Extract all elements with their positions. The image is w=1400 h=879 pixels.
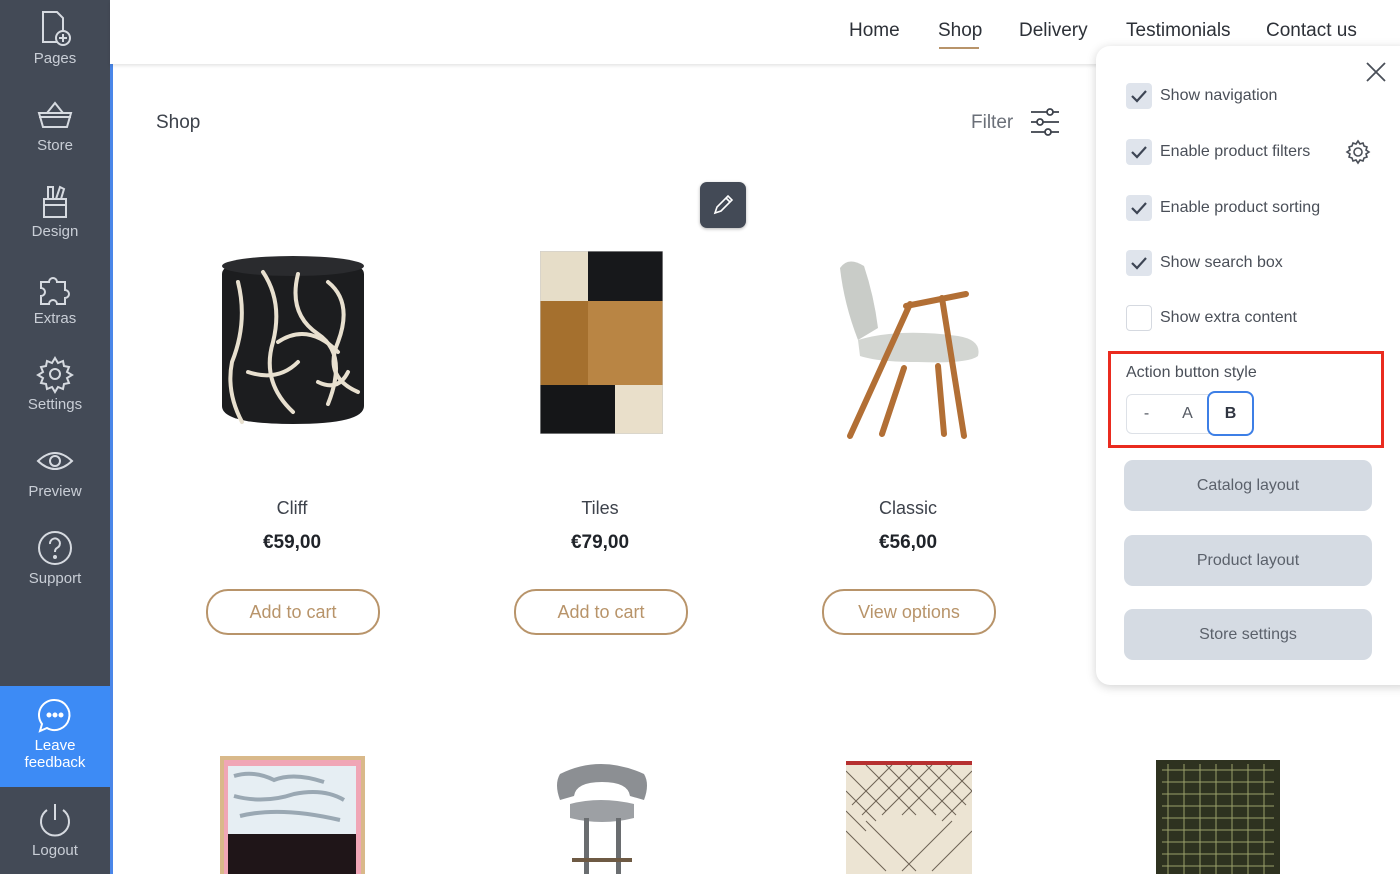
sidebar-item-support[interactable]: Support xyxy=(0,520,110,606)
logout-button[interactable]: Logout xyxy=(0,792,110,878)
product-image-rug-dark[interactable] xyxy=(1156,760,1280,874)
leave-feedback-button[interactable]: Leave feedback xyxy=(0,686,110,787)
product-image-rug-lines[interactable] xyxy=(845,761,973,874)
option-label: Enable product filters xyxy=(1160,143,1311,160)
sidebar-item-label: Store xyxy=(37,137,73,154)
canvas-edge-strip xyxy=(110,64,113,874)
add-to-cart-button[interactable]: Add to cart xyxy=(206,589,380,635)
edit-pencil-button[interactable] xyxy=(700,182,746,228)
sidebar-item-design[interactable]: Design xyxy=(0,173,110,259)
sidebar-item-extras[interactable]: Extras xyxy=(0,260,110,346)
sidebar-item-label: Pages xyxy=(33,50,77,67)
sidebar-item-label: Preview xyxy=(28,483,82,500)
sidebar-item-label: Design xyxy=(31,223,79,240)
option-label: Show extra content xyxy=(1160,309,1297,326)
check-icon xyxy=(1131,90,1147,103)
product-price: €56,00 xyxy=(878,532,938,553)
toggle-show-extra-content[interactable]: Show extra content xyxy=(1126,304,1297,332)
basket-icon xyxy=(35,95,75,135)
pencil-icon xyxy=(713,194,734,215)
product-image-painting[interactable] xyxy=(220,756,365,874)
toggle-enable-product-sorting[interactable]: Enable product sorting xyxy=(1126,194,1320,222)
option-label: Show navigation xyxy=(1160,87,1278,104)
page-title: Shop xyxy=(156,112,201,133)
check-icon xyxy=(1131,257,1147,270)
sidebar-item-settings[interactable]: Settings xyxy=(0,346,110,432)
power-icon xyxy=(35,800,75,840)
product-price: €79,00 xyxy=(570,532,630,553)
option-label: Show search box xyxy=(1160,254,1283,271)
sidebar-item-label: Settings xyxy=(27,396,83,413)
product-name: Tiles xyxy=(581,498,619,518)
product-image-barstool[interactable] xyxy=(550,760,654,874)
sidebar: Pages Store Design Extras Settings Previ… xyxy=(0,0,110,874)
checkbox-checked[interactable] xyxy=(1126,195,1152,221)
nav-shop[interactable]: Shop xyxy=(938,20,982,42)
sidebar-item-pages[interactable]: Pages xyxy=(0,0,110,86)
sidebar-item-label: Extras xyxy=(33,310,77,327)
style-option-b[interactable]: B xyxy=(1207,391,1254,436)
nav-delivery[interactable]: Delivery xyxy=(1019,20,1088,42)
feedback-label-line1: Leave xyxy=(34,737,76,754)
gear-icon xyxy=(35,354,75,394)
eye-icon xyxy=(35,441,75,481)
product-price: €59,00 xyxy=(262,532,322,553)
chat-bubble-icon xyxy=(35,696,75,736)
nav-home[interactable]: Home xyxy=(849,20,900,42)
toggle-show-search-box[interactable]: Show search box xyxy=(1126,249,1283,277)
page-add-icon xyxy=(35,8,75,48)
check-icon xyxy=(1131,146,1147,159)
option-label: Enable product sorting xyxy=(1160,199,1321,216)
checkbox-checked[interactable] xyxy=(1126,250,1152,276)
sidebar-item-store[interactable]: Store xyxy=(0,87,110,173)
toggle-show-navigation[interactable]: Show navigation xyxy=(1126,82,1277,110)
filter-button[interactable]: Filter xyxy=(971,112,1013,134)
sidebar-item-label: Support xyxy=(28,570,82,587)
view-options-button[interactable]: View options xyxy=(822,589,996,635)
puzzle-icon xyxy=(35,268,75,308)
nav-contact[interactable]: Contact us xyxy=(1266,20,1357,42)
feedback-label-line2: feedback xyxy=(24,754,86,771)
design-tools-icon xyxy=(35,181,75,221)
product-name: Cliff xyxy=(276,498,308,518)
logout-label: Logout xyxy=(32,842,78,859)
style-option-none[interactable]: - xyxy=(1126,394,1167,434)
filter-sliders-icon[interactable] xyxy=(1028,105,1062,139)
product-image-cliff[interactable] xyxy=(218,252,368,430)
checkbox-checked[interactable] xyxy=(1126,139,1152,165)
question-icon xyxy=(35,528,75,568)
checkbox-checked[interactable] xyxy=(1126,83,1152,109)
checkbox-unchecked[interactable] xyxy=(1126,305,1152,331)
add-to-cart-button[interactable]: Add to cart xyxy=(514,589,688,635)
product-layout-button[interactable]: Product layout xyxy=(1124,535,1372,586)
filter-settings-gear-icon[interactable] xyxy=(1345,139,1371,165)
store-settings-button[interactable]: Store settings xyxy=(1124,609,1372,660)
catalog-layout-button[interactable]: Catalog layout xyxy=(1124,460,1372,511)
check-icon xyxy=(1131,202,1147,215)
close-icon[interactable] xyxy=(1364,60,1388,84)
product-image-tiles[interactable] xyxy=(539,250,664,435)
style-option-a[interactable]: A xyxy=(1167,394,1208,434)
sidebar-item-preview[interactable]: Preview xyxy=(0,433,110,519)
toggle-enable-product-filters[interactable]: Enable product filters xyxy=(1126,138,1310,166)
product-image-classic[interactable] xyxy=(834,258,984,440)
nav-active-indicator xyxy=(939,47,979,49)
product-name: Classic xyxy=(878,498,937,518)
nav-testimonials[interactable]: Testimonials xyxy=(1126,20,1231,42)
action-button-style-label: Action button style xyxy=(1126,364,1257,381)
